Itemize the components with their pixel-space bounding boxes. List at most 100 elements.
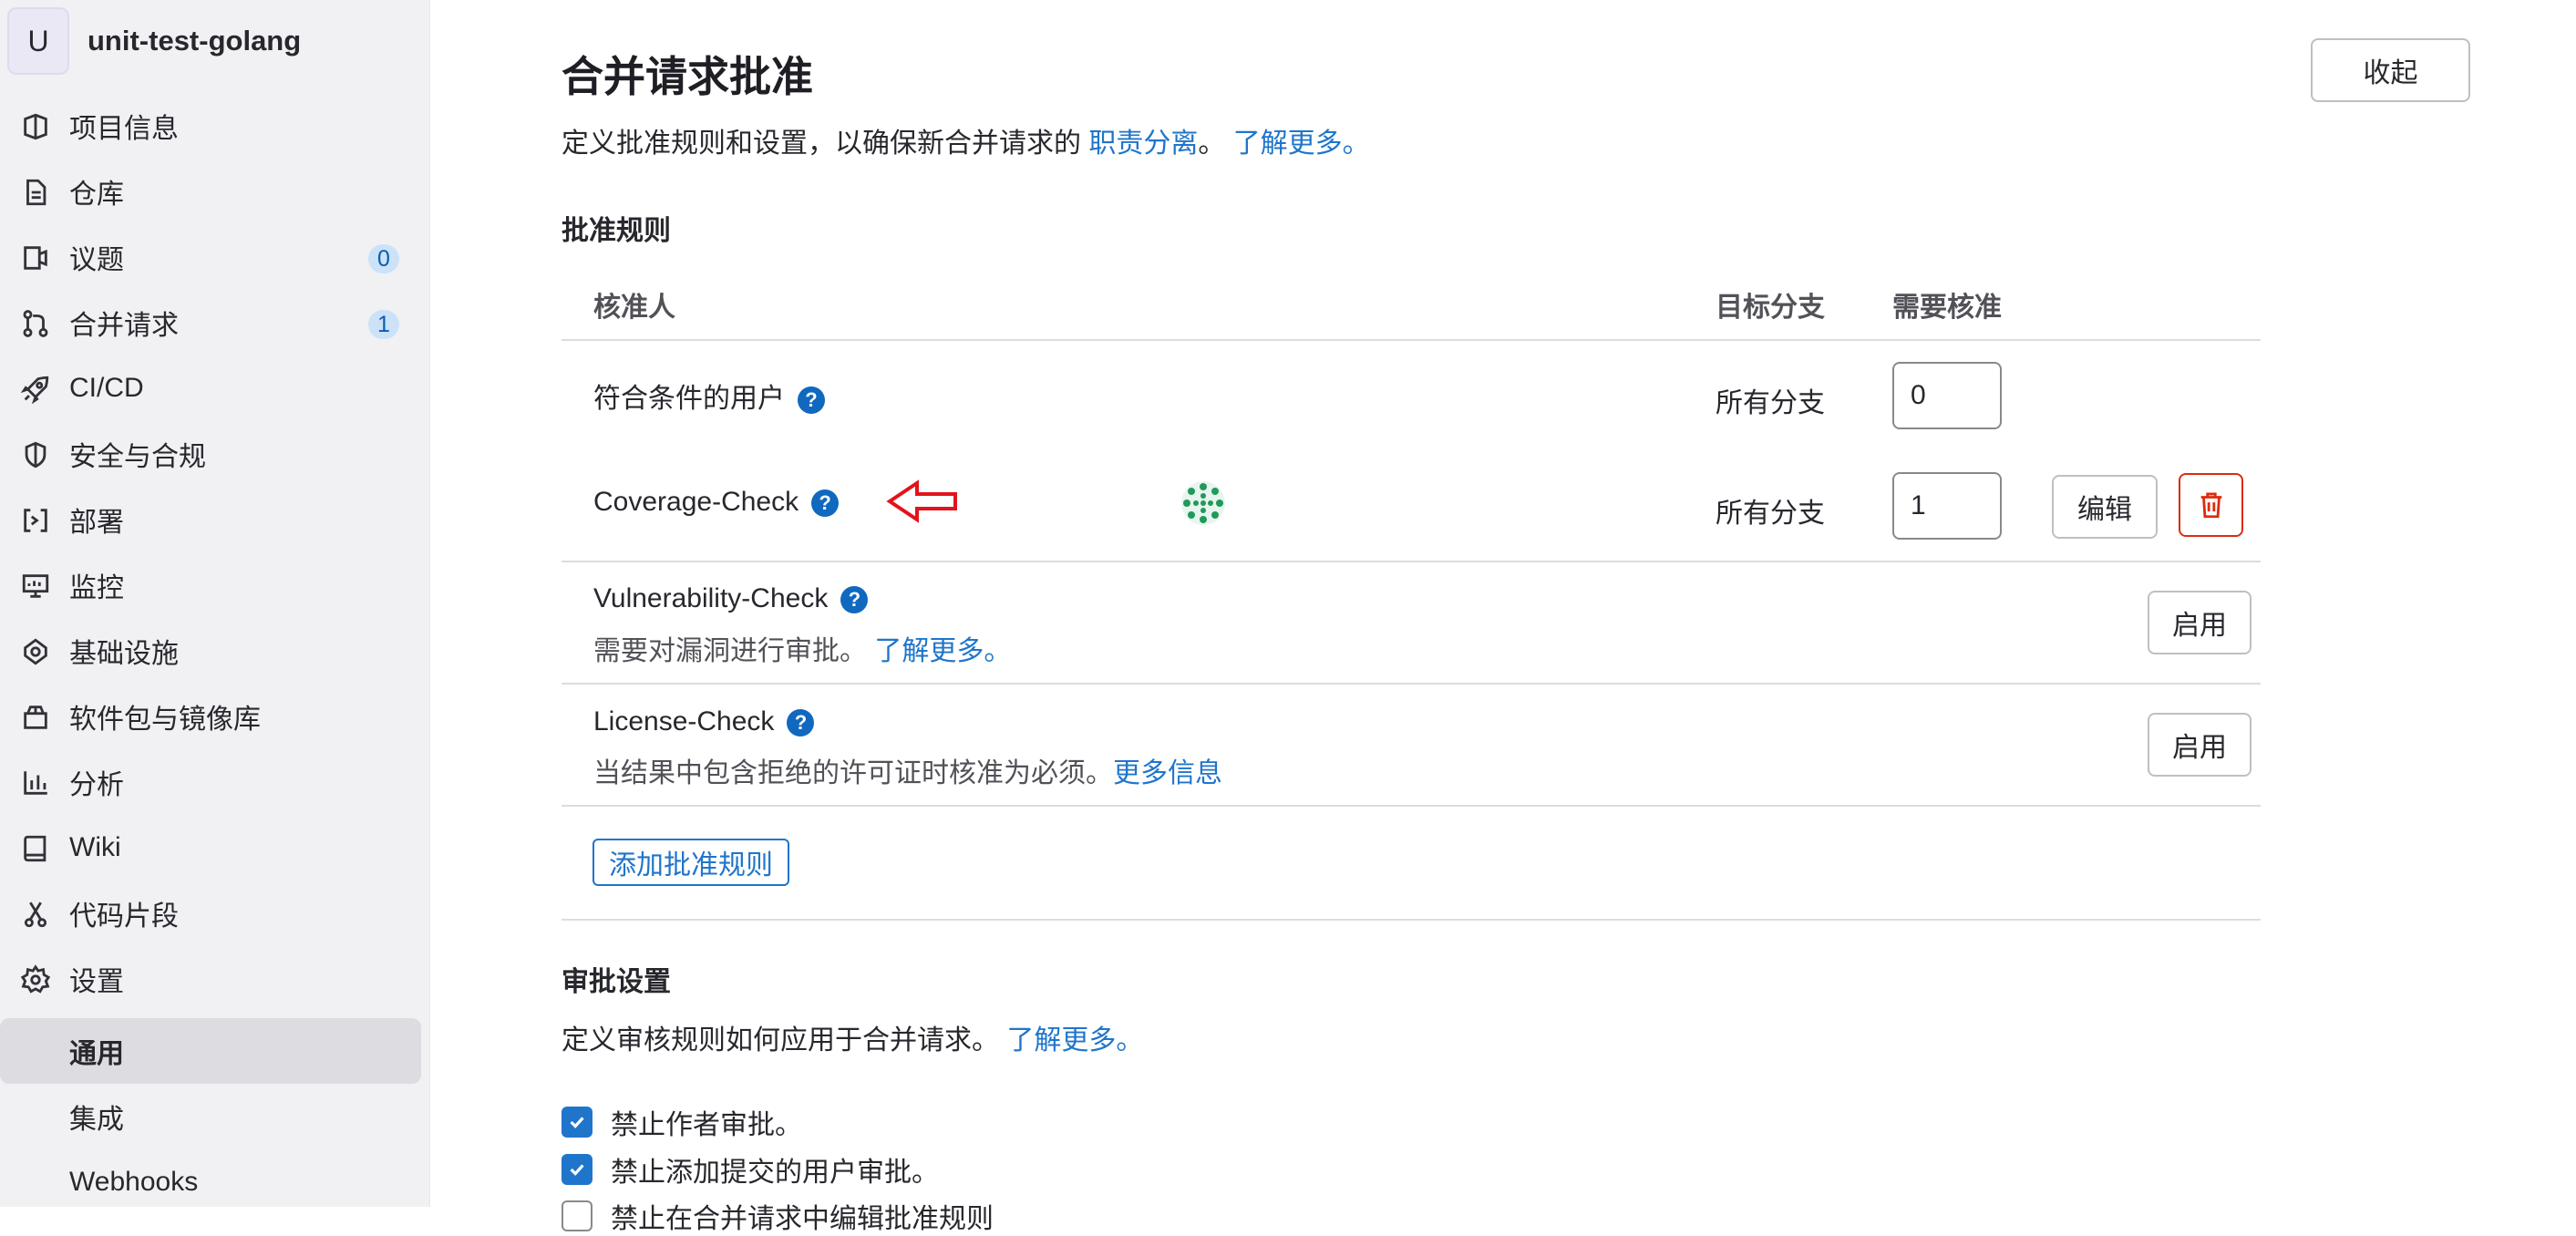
divider [562,561,2261,562]
chart-icon [20,767,51,798]
sidebar-item-label: 议题 [69,245,124,275]
sidebar-item-security[interactable]: 安全与合规 [0,421,421,487]
divider [562,919,2261,921]
help-icon[interactable]: ? [840,586,869,614]
sidebar-item-repository[interactable]: 仓库 [0,159,421,224]
desc-text: 定义批准规则和设置，以确保新合并请求的 [562,129,1081,159]
description-text: 需要对漏洞进行审批。 [593,636,867,666]
sidebar-item-label: 仓库 [69,180,124,210]
snippet-icon [20,899,51,930]
learn-more-link[interactable]: 了解更多。 [1233,129,1370,159]
approval-settings-description: 定义审核规则如何应用于合并请求。 了解更多。 [562,1017,1143,1057]
sidebar-item-settings[interactable]: 设置 [0,946,421,1012]
doc-icon [20,177,51,208]
project-icon [20,111,51,142]
rule-target-branch: 所有分支 [1716,499,1825,529]
divider [562,805,2261,807]
enable-vulnerability-check-button[interactable]: 启用 [2148,591,2251,654]
checkbox-label: 禁止作者审批。 [611,1110,802,1140]
rule-target-branch: 所有分支 [1716,388,1825,418]
approvals-required-input[interactable] [1892,472,2002,540]
main-content: 合并请求批准 收起 定义批准规则和设置，以确保新合并请求的 职责分离。 了解更多… [430,0,2576,1234]
approval-rules-heading: 批准规则 [562,216,671,246]
sidebar-item-wiki[interactable]: Wiki [0,815,421,881]
check-icon [570,1164,584,1176]
settings-icon [20,964,51,995]
separation-of-duties-link[interactable]: 职责分离 [1088,129,1198,159]
rule-name-license-check: License-Check? [593,706,815,737]
prevent-editing-rules-option[interactable]: 禁止在合并请求中编辑批准规则 [562,1196,994,1236]
sidebar-item-monitor[interactable]: 监控 [0,552,421,618]
edit-rule-button[interactable]: 编辑 [2052,475,2158,539]
sidebar-item-issues[interactable]: 议题 0 [0,224,421,290]
page-description: 定义批准规则和设置，以确保新合并请求的 职责分离。 了解更多。 [562,120,1370,160]
sidebar-subitem-general[interactable]: 通用 [0,1018,421,1084]
rule-name-vulnerability-check: Vulnerability-Check? [593,583,869,614]
sidebar-subitem-integrations[interactable]: 集成 [0,1084,421,1149]
checkbox-label: 禁止在合并请求中编辑批准规则 [611,1204,994,1234]
collapse-button[interactable]: 收起 [2311,38,2470,102]
project-avatar: U [7,7,69,75]
help-icon[interactable]: ? [798,386,825,415]
package-icon [20,702,51,733]
sidebar-item-label: Wiki [69,832,121,862]
vulnerability-check-description: 需要对漏洞进行审批。 了解更多。 [593,628,1011,668]
check-icon [570,1117,584,1128]
book-icon [20,833,51,864]
enable-license-check-button[interactable]: 启用 [2148,713,2251,777]
sidebar-item-label: 基础设施 [69,639,179,669]
sidebar-item-label: 监控 [69,573,124,603]
rule-name-label: 符合条件的用户 [593,384,785,414]
approvals-required-input[interactable] [1892,362,2002,429]
loading-spinner-icon [1181,481,1225,525]
sidebar-item-analytics[interactable]: 分析 [0,749,421,815]
merge-request-icon [20,308,51,339]
checkbox-checked[interactable] [562,1107,592,1138]
issues-count-badge: 0 [368,244,399,273]
desc-separator: 。 [1198,129,1226,159]
sidebar-item-label: 合并请求 [69,311,179,341]
sidebar-item-label: 分析 [69,770,124,800]
sidebar-item-merge-requests[interactable]: 合并请求 1 [0,290,421,355]
divider [562,683,2261,685]
sidebar-item-label: 安全与合规 [69,442,206,472]
approval-settings-heading: 审批设置 [562,967,671,997]
project-name: unit-test-golang [88,25,302,57]
rule-name-label: Coverage-Check [593,487,799,517]
prevent-committer-approval-option[interactable]: 禁止添加提交的用户审批。 [562,1149,939,1190]
learn-more-link[interactable]: 了解更多。 [874,636,1011,666]
sidebar-item-label: CI/CD [69,373,144,403]
sidebar-subitem-label: 集成 [69,1105,124,1135]
checkbox-checked[interactable] [562,1154,592,1185]
sidebar-item-label: 项目信息 [69,114,179,144]
monitor-icon [20,571,51,602]
sidebar-item-packages[interactable]: 软件包与镜像库 [0,684,421,749]
checkbox-unchecked[interactable] [562,1200,592,1231]
description-text: 定义审核规则如何应用于合并请求。 [562,1025,999,1056]
sidebar-item-label: 设置 [69,967,124,997]
more-info-link[interactable]: 更多信息 [1113,758,1222,788]
sidebar-item-label: 软件包与镜像库 [69,705,261,735]
sidebar-item-cicd[interactable]: CI/CD [0,355,421,421]
shield-icon [20,439,51,470]
sidebar-item-deployments[interactable]: 部署 [0,487,421,552]
sidebar-item-snippets[interactable]: 代码片段 [0,881,421,946]
sidebar-item-infrastructure[interactable]: 基础设施 [0,618,421,684]
add-approval-rule-button[interactable]: 添加批准规则 [592,839,789,886]
rocket-icon [20,374,51,405]
sidebar-item-project-info[interactable]: 项目信息 [0,93,421,159]
sidebar-subitem-webhooks[interactable]: Webhooks [0,1149,421,1215]
sidebar-item-label: 部署 [69,508,124,538]
trash-icon [2200,492,2221,519]
prevent-author-approval-option[interactable]: 禁止作者审批。 [562,1102,802,1142]
help-icon[interactable]: ? [811,489,840,518]
learn-more-link[interactable]: 了解更多。 [1006,1025,1143,1056]
project-header[interactable]: U unit-test-golang [7,7,301,75]
help-icon[interactable]: ? [787,709,815,737]
sidebar-item-label: 代码片段 [69,901,179,932]
delete-rule-button[interactable] [2179,473,2243,537]
rule-name-label: License-Check [593,706,775,736]
merge-requests-count-badge: 1 [368,310,399,339]
license-check-description: 当结果中包含拒绝的许可证时核准为必须。更多信息 [593,750,1222,790]
description-text: 当结果中包含拒绝的许可证时核准为必须。 [593,758,1113,788]
